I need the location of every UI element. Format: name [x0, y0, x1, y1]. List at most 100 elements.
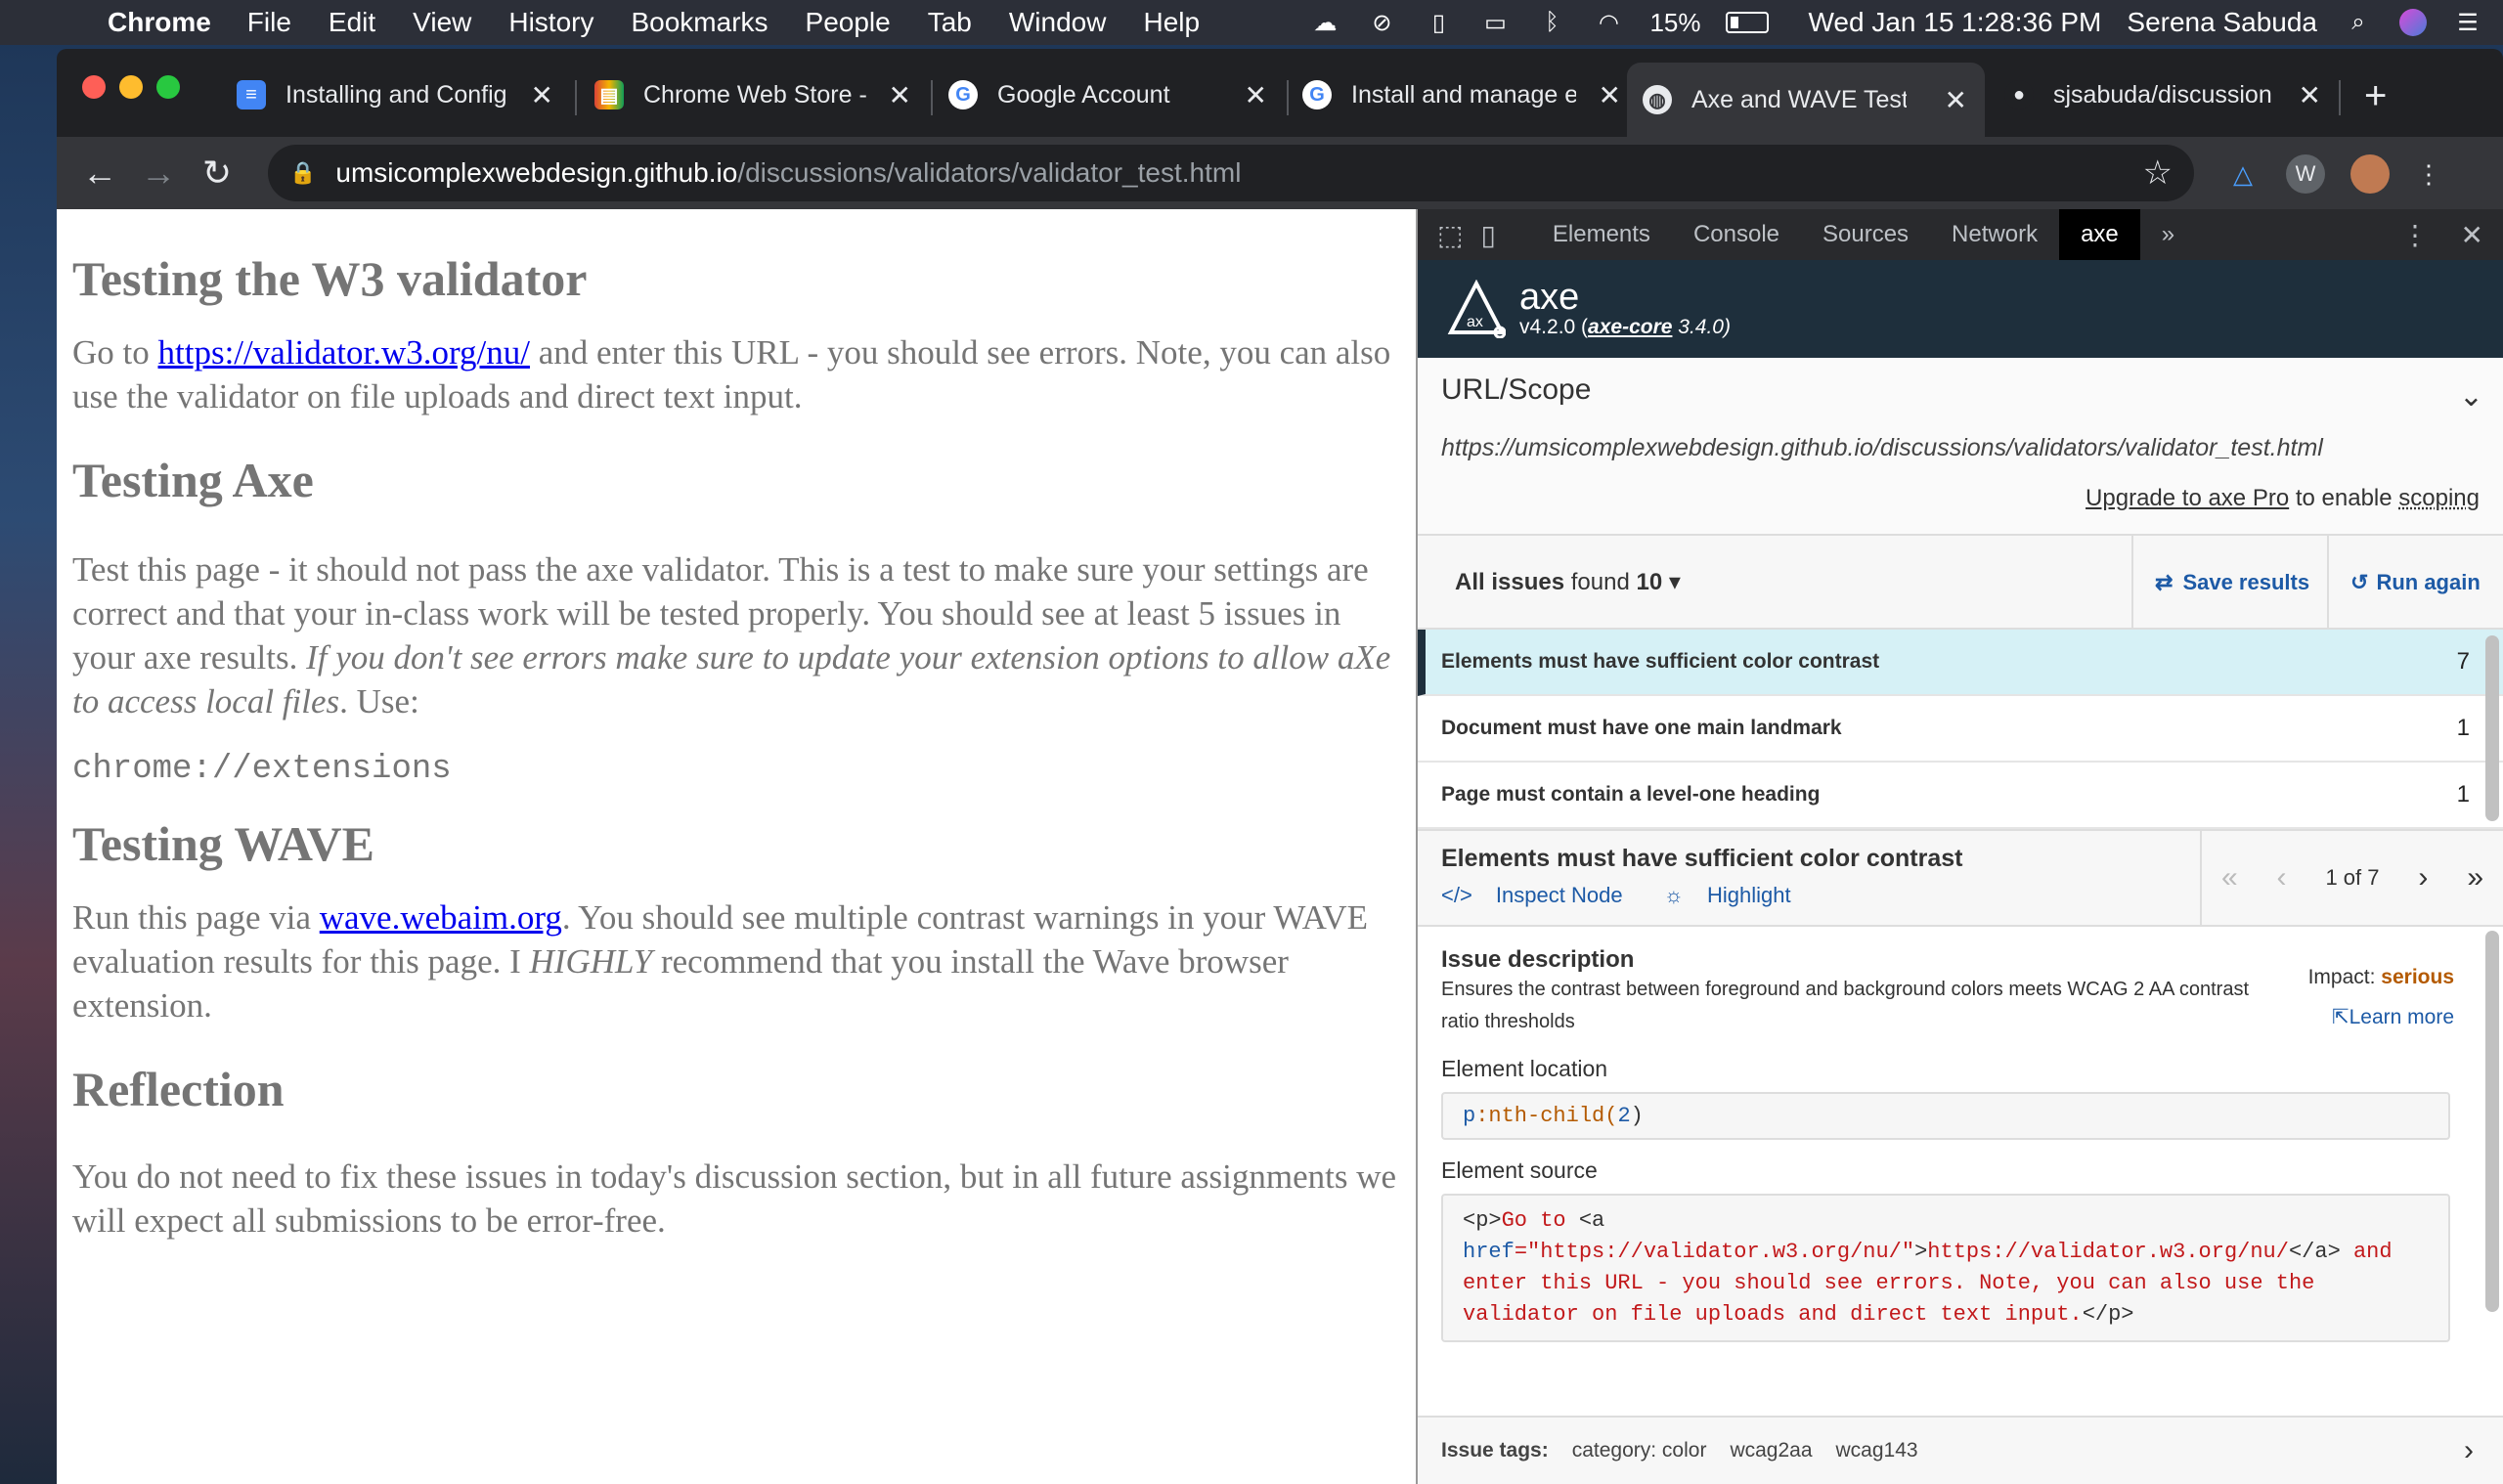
extensions-code: chrome://extensions [72, 751, 452, 788]
text: ="https://validator.w3.org/nu/" [1514, 1240, 1915, 1264]
text: Save results [2182, 570, 2310, 594]
element-location-code[interactable]: p:nth-child(2) [1441, 1092, 2450, 1140]
reload-icon[interactable]: ↻ [188, 153, 246, 194]
device-toolbar-icon[interactable]: ▯ [1480, 219, 1495, 251]
tab-axe-wave-test[interactable]: ◍ Axe and WAVE Test P ✕ [1627, 63, 1985, 137]
first-page-icon[interactable]: « [2221, 861, 2238, 895]
chevron-down-icon[interactable]: ⌄ [2459, 379, 2483, 414]
text: and [2340, 1240, 2393, 1264]
devtools-tab-axe[interactable]: axe [2059, 209, 2140, 260]
address-bar[interactable]: 🔒 umsicomplexwebdesign.github.io/discuss… [268, 145, 2194, 201]
heading-w3-validator: Testing the W3 validator [72, 251, 588, 306]
lock-icon[interactable]: 🔒 [289, 160, 316, 186]
tab-github-discussion[interactable]: ● sjsabuda/discussion ✕ [1989, 63, 2339, 127]
chrome-window: ≡ Installing and Config ✕ ▤ Chrome Web S… [57, 49, 2503, 1484]
run-again-button[interactable]: ↺ Run again [2327, 536, 2503, 630]
minimize-window-button[interactable] [119, 75, 143, 99]
reader-icon[interactable]: ▯ [1423, 8, 1454, 37]
menu-view[interactable]: View [413, 7, 471, 38]
chrome-menu-icon[interactable]: ⋮ [2409, 154, 2448, 194]
learn-more-link[interactable]: ⇱Learn more [2308, 1005, 2454, 1029]
save-results-button[interactable]: ⇄ Save results [2131, 536, 2331, 630]
chevron-right-icon[interactable]: › [2464, 1434, 2474, 1467]
issue-tags-bar: Issue tags: category: color wcag2aa wcag… [1418, 1416, 2503, 1484]
close-tab-icon[interactable]: ✕ [1945, 84, 1967, 116]
devtools-tab-console[interactable]: Console [1672, 209, 1801, 260]
airplay-icon[interactable]: ▭ [1479, 8, 1511, 37]
more-tabs-icon[interactable]: » [2140, 209, 2196, 260]
close-tab-icon[interactable]: ✕ [531, 79, 553, 111]
sync-icon[interactable]: ⊘ [1366, 8, 1397, 37]
devtools-tab-elements[interactable]: Elements [1531, 209, 1672, 260]
element-source-code[interactable]: <p>Go to <a href="https://validator.w3.o… [1441, 1194, 2450, 1342]
text: <p> [1463, 1208, 1502, 1233]
menu-app-name[interactable]: Chrome [108, 7, 211, 38]
paragraph-reflection: You do not need to fix these issues in t… [72, 1157, 1397, 1240]
menu-history[interactable]: History [508, 7, 593, 38]
devtools-menu-icon[interactable]: ⋮ [2401, 219, 2429, 251]
menu-bookmarks[interactable]: Bookmarks [631, 7, 768, 38]
tab-install-manage[interactable]: G Install and manage e ✕ [1287, 63, 1639, 127]
issues-scrollbar[interactable] [2485, 635, 2499, 821]
inspect-element-icon[interactable]: ⬚ [1437, 219, 1463, 251]
menu-file[interactable]: File [247, 7, 291, 38]
element-location-title: Element location [1441, 1056, 1608, 1081]
axe-extension-icon[interactable]: △ [2223, 154, 2262, 194]
menu-user[interactable]: Serena Sabuda [2127, 7, 2317, 38]
tab-installing[interactable]: ≡ Installing and Config ✕ [221, 63, 571, 127]
menu-clock[interactable]: Wed Jan 15 1:28:36 PM [1808, 7, 2101, 38]
inspect-node-button[interactable]: </> Inspect Node [1441, 883, 1641, 907]
text: :nth-child( [1475, 1104, 1618, 1128]
wifi-icon[interactable]: ◠ [1593, 8, 1624, 37]
creative-cloud-icon[interactable]: ☁ [1309, 8, 1340, 37]
close-tab-icon[interactable]: ✕ [889, 79, 911, 111]
new-tab-button[interactable]: + [2364, 74, 2387, 118]
upgrade-note: Upgrade to axe Pro to enable scoping [2086, 485, 2480, 512]
highlight-button[interactable]: ☼ Highlight [1664, 883, 1809, 907]
close-window-button[interactable] [82, 75, 106, 99]
element-source-title: Element source [1441, 1157, 1598, 1183]
siri-icon[interactable] [2399, 9, 2427, 36]
devtools-close-icon[interactable]: ✕ [2461, 219, 2483, 251]
issue-count: 1 [2456, 781, 2470, 807]
validator-link[interactable]: https://validator.w3.org/nu/ [158, 333, 530, 371]
upgrade-link[interactable]: Upgrade to axe Pro [2086, 485, 2289, 511]
notification-center-icon[interactable]: ☰ [2452, 8, 2483, 37]
next-page-icon[interactable]: › [2418, 861, 2428, 895]
devtools-tab-network[interactable]: Network [1930, 209, 2059, 260]
close-tab-icon[interactable]: ✕ [1245, 79, 1267, 111]
paragraph-wave: Run this page via wave.webaim.org. You s… [72, 895, 1400, 1027]
last-page-icon[interactable]: » [2467, 861, 2483, 895]
close-tab-icon[interactable]: ✕ [1599, 79, 1621, 111]
list-item[interactable]: Page must contain a level-one heading 1 [1418, 763, 2503, 829]
profile-avatar[interactable] [2350, 154, 2390, 194]
list-item[interactable]: Document must have one main landmark 1 [1418, 696, 2503, 763]
menu-window[interactable]: Window [1009, 7, 1107, 38]
detail-scrollbar[interactable] [2485, 931, 2499, 1312]
forward-arrow-icon[interactable]: → [129, 153, 188, 194]
wave-link[interactable]: wave.webaim.org [320, 898, 562, 937]
menu-tab[interactable]: Tab [928, 7, 972, 38]
heading-testing-wave: Testing WAVE [72, 816, 374, 871]
wave-extension-icon[interactable]: W [2286, 154, 2325, 194]
bookmark-star-icon[interactable]: ☆ [2143, 153, 2173, 193]
devtools-tab-sources[interactable]: Sources [1801, 209, 1930, 260]
menu-help[interactable]: Help [1143, 7, 1200, 38]
menu-people[interactable]: People [806, 7, 891, 38]
emphasis-text: HIGHLY [529, 942, 653, 981]
menu-edit[interactable]: Edit [329, 7, 375, 38]
list-item[interactable]: Elements must have sufficient color cont… [1418, 630, 2503, 696]
back-arrow-icon[interactable]: ← [70, 153, 129, 194]
bluetooth-icon[interactable]: ᛒ [1536, 8, 1567, 37]
spotlight-search-icon[interactable]: ⌕ [2343, 8, 2374, 37]
prev-page-icon[interactable]: ‹ [2277, 861, 2287, 895]
tab-google-account[interactable]: G Google Account ✕ [933, 63, 1285, 127]
issues-filter-dropdown[interactable]: All issues found 10 ▾ [1455, 568, 1681, 596]
tab-chrome-web-store[interactable]: ▤ Chrome Web Store - ✕ [579, 63, 929, 127]
axe-core-link[interactable]: axe-core [1588, 316, 1672, 338]
scoping-link[interactable]: scoping [2398, 485, 2480, 511]
web-page-content: Testing the W3 validator Go to https://v… [57, 209, 1416, 1484]
zoom-window-button[interactable] [156, 75, 180, 99]
close-tab-icon[interactable]: ✕ [2299, 79, 2321, 111]
battery-icon[interactable] [1726, 12, 1770, 33]
